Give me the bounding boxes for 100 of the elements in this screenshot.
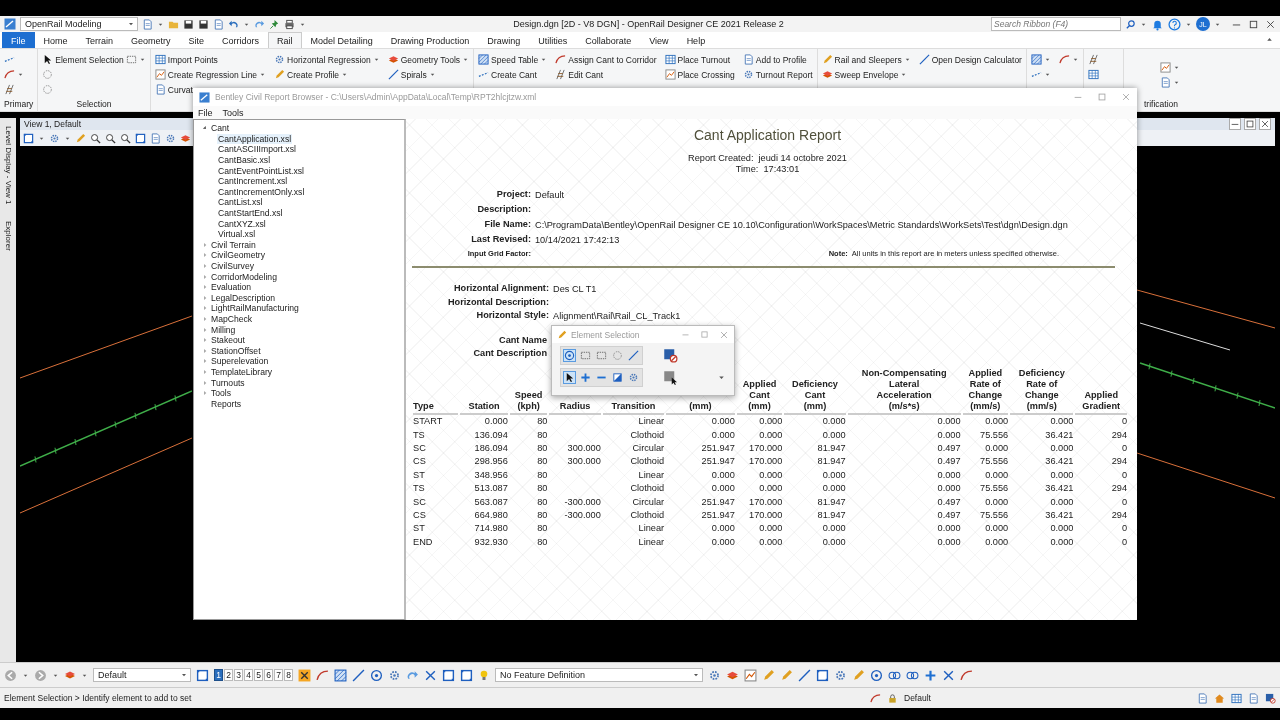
x-box-icon[interactable] (298, 668, 311, 682)
ribbon-tab[interactable]: Drawing (478, 32, 530, 48)
ribbon-tab[interactable]: Geometry (122, 32, 180, 48)
ribbon-tab[interactable]: Help (677, 32, 715, 48)
bulb-icon[interactable] (478, 669, 490, 681)
frame-icon[interactable] (196, 668, 209, 682)
tree-item[interactable]: CantEventPointList.xsl (217, 165, 305, 176)
frame-icon[interactable] (442, 668, 455, 682)
track-icon[interactable] (4, 84, 15, 95)
save-icon[interactable] (183, 18, 194, 30)
printer-icon[interactable] (284, 18, 295, 30)
maximize-icon[interactable] (1244, 118, 1256, 130)
caret-icon[interactable] (717, 373, 726, 382)
caret-icon[interactable] (1173, 64, 1180, 71)
collapsed-icon[interactable] (201, 304, 209, 313)
line-icon[interactable] (798, 668, 811, 682)
level-dropdown[interactable]: Default (93, 668, 191, 682)
magnifier-icon[interactable] (90, 132, 101, 144)
tree-item[interactable]: CivilSurvey (210, 261, 255, 271)
tree-item[interactable]: StationOffset (210, 345, 262, 356)
redo-icon[interactable] (254, 18, 265, 30)
help-icon[interactable] (1168, 17, 1181, 31)
ribbon-tab[interactable]: Rail (268, 32, 302, 48)
tree-item[interactable]: Turnouts (210, 377, 246, 388)
pencil-icon[interactable] (274, 69, 286, 80)
tree-item[interactable]: Civil Terrain (210, 239, 257, 250)
app-icon[interactable] (4, 18, 16, 30)
tree-item[interactable]: Tools (210, 388, 233, 399)
tree-item[interactable]: CantIncrementOnly.xsl (217, 186, 306, 197)
chart-icon[interactable] (664, 69, 676, 80)
ribbon-button[interactable]: Create Profile (287, 69, 340, 80)
collapsed-icon[interactable] (201, 389, 209, 398)
ribbon-button[interactable]: Sweep Envelope (834, 69, 899, 80)
gear-icon[interactable] (742, 69, 754, 80)
tree-item[interactable]: Reports (210, 398, 243, 409)
gear-icon[interactable] (49, 132, 60, 144)
line-icon[interactable] (628, 350, 639, 361)
ribbon-button[interactable]: Spirals (400, 69, 427, 80)
half-square-icon[interactable] (612, 372, 623, 383)
undo-icon[interactable] (228, 18, 239, 30)
tree-item[interactable]: CantBasic.xsl (217, 155, 272, 166)
tree-item[interactable]: CantApplication.xsl (217, 133, 293, 144)
caret-icon[interactable] (17, 71, 24, 78)
line-icon[interactable] (352, 668, 365, 682)
ribbon-button[interactable]: Element Selection (55, 54, 124, 65)
tree-item[interactable]: CantStartEnd.xsl (217, 208, 284, 219)
frame-icon[interactable] (816, 668, 829, 682)
collapsed-icon[interactable] (201, 240, 209, 249)
close-icon[interactable] (1259, 118, 1271, 130)
cursor-icon[interactable] (564, 372, 575, 383)
document-icon[interactable] (154, 84, 166, 95)
gear-icon[interactable] (708, 668, 721, 682)
ribbon-button[interactable]: Curvat (167, 84, 193, 95)
tree-item[interactable]: MapCheck (210, 314, 254, 324)
ribbon-button[interactable]: Create Cant (491, 69, 537, 80)
magnifier-icon[interactable] (120, 132, 131, 144)
document-icon[interactable] (742, 54, 754, 65)
ribbon-button[interactable]: Create Regression Line (167, 69, 258, 80)
target-icon[interactable] (564, 350, 575, 361)
collapsed-icon[interactable] (201, 367, 209, 376)
ribbon-button[interactable]: Speed Table (491, 54, 539, 65)
tree-item[interactable]: Evaluation (210, 282, 253, 293)
chart-icon[interactable] (154, 69, 166, 80)
collapsed-icon[interactable] (201, 272, 209, 281)
ribbon-tab[interactable]: Model Detailing (301, 32, 382, 48)
gear-icon[interactable] (388, 668, 401, 682)
ribbon-tab[interactable]: Drawing Production (381, 32, 479, 48)
hatched-square-icon[interactable] (478, 54, 490, 65)
plus-icon[interactable] (580, 372, 591, 383)
ribbon-tab[interactable]: File (2, 32, 35, 48)
workspace-dropdown[interactable]: OpenRail Modeling (20, 17, 138, 31)
document-icon[interactable] (1248, 692, 1259, 704)
magnifier-icon[interactable] (105, 132, 116, 144)
hatched-square-icon[interactable] (1030, 54, 1042, 65)
document-icon[interactable] (1197, 692, 1208, 704)
ribbon-tab[interactable]: Utilities (529, 32, 577, 48)
ribbon-tab[interactable]: View (640, 32, 678, 48)
gear-icon[interactable] (628, 372, 639, 383)
ribbon-button[interactable]: Add to Profile (755, 54, 807, 65)
tree-item[interactable]: CantIncrement.xsl (217, 176, 289, 187)
ribbon-button[interactable]: Horizontal Regression (287, 54, 371, 65)
back-icon[interactable] (4, 668, 17, 682)
save-icon[interactable] (198, 18, 209, 30)
search-icon[interactable] (1125, 18, 1136, 30)
tree-item[interactable]: CantList.xsl (217, 197, 264, 208)
curve-icon[interactable] (1058, 54, 1070, 65)
caret-icon[interactable] (1173, 79, 1180, 86)
tree-item[interactable]: Cant (210, 123, 231, 134)
view-button[interactable]: 3 (234, 669, 243, 681)
tree-item[interactable]: Stakeout (210, 335, 246, 346)
pencil-icon[interactable] (780, 668, 793, 682)
view-button[interactable]: 8 (284, 669, 293, 681)
table-icon[interactable] (664, 54, 676, 65)
hatched-square-icon[interactable] (334, 668, 347, 682)
tree-item[interactable]: Milling (210, 324, 237, 335)
minimize-icon[interactable] (1229, 118, 1241, 130)
ribbon-button[interactable]: Import Points (167, 54, 218, 65)
tree-item[interactable]: Superelevation (210, 356, 270, 367)
ribbon-button[interactable]: Edit Cant (568, 69, 604, 80)
document-icon[interactable] (142, 18, 153, 30)
